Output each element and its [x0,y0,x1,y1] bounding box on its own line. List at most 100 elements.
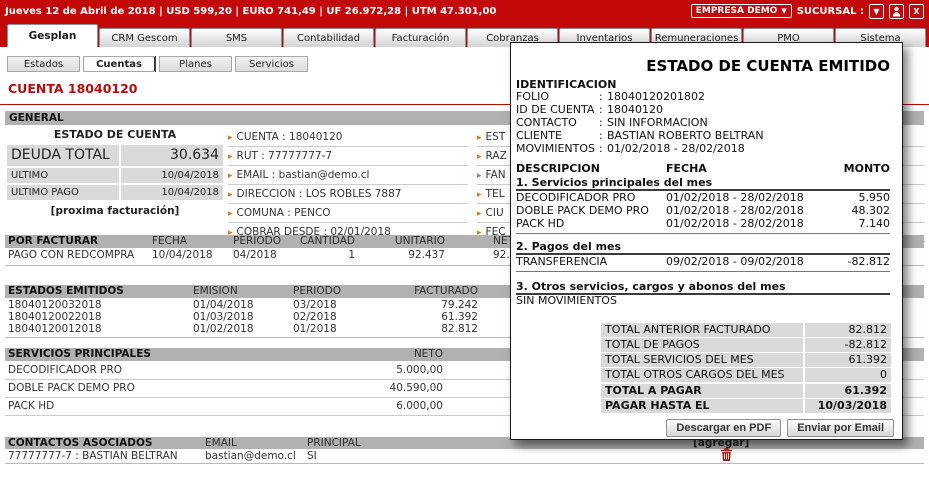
detail-monto: 48.302 [852,205,891,217]
id-label: ID DE CUENTA [516,104,594,116]
field-rut: ▸ RUT : 77777777-7 [228,147,468,166]
summary-row-fecha-pago: PAGAR HASTA EL 10/03/2018 [601,399,891,413]
id-row-contacto: CONTACTO : SIN INFORMACION [516,117,896,129]
col-unitario: UNITARIO [360,235,445,248]
detail-monto: 5.950 [859,192,891,204]
subtab-estados[interactable]: Estados [7,56,80,72]
tab-crm-gescom[interactable]: CRM Gescom [99,28,190,47]
deuda-total-label: DEUDA TOTAL [7,145,119,166]
field-cuenta: ▸CUENTA : 18040120 [228,128,468,147]
field-comuna: ▸COMUNA : PENCO [228,204,468,223]
user-icon [892,6,901,17]
field-direccion: ▸DIRECCION : LOS ROBLES 7887 [228,185,468,204]
col-fecha: FECHA [666,163,707,175]
bullet-icon: ▸ [477,171,482,181]
id-value: 18040120201802 [607,91,705,103]
pf-unitario: 92.437 [360,249,445,262]
trash-icon [721,448,732,461]
field-right-3-text: FAN [486,169,506,181]
col-cantidad: CANTIDAD [260,235,355,248]
proxima-facturacion-link[interactable]: [proxima facturación] [7,205,223,217]
date-currency-info: Jueves 12 de Abril de 2018 | USD 599,20 … [5,6,496,17]
detail-name: DOBLE PACK DEMO PRO [516,205,649,217]
id-row-folio: FOLIO : 18040120201802 [516,91,896,103]
ultimo-pago-value: 10/04/2018 [121,185,223,200]
sucursal-dropdown[interactable]: ▼ [869,4,884,19]
sp-name: DOBLE PACK DEMO PRO [8,380,135,397]
pf-name: PAGO CON REDCOMPRA [8,249,134,262]
col-facturado: FACTURADO [378,285,478,298]
bullet-icon: ▸ [228,152,233,162]
field-right-1-text: EST [486,131,506,143]
close-button[interactable]: X [909,4,924,19]
id-value: 18040120 [607,104,663,116]
tab-facturacion[interactable]: Facturación [375,28,466,47]
col-periodo: PERIODO [293,285,341,298]
sub-tab-bar: Estados Cuentas Planes Servicios [7,56,308,72]
id-row-cuenta: ID DE CUENTA : 18040120 [516,104,896,116]
summary-value: 61.392 [805,353,891,367]
id-label: MOVIMIENTOS [516,143,595,155]
summary-value: 0 [805,368,891,382]
field-rut-text: RUT : 77777777-7 [237,150,333,162]
field-cuenta-text: CUENTA : 18040120 [237,131,343,143]
summary-row: TOTAL OTROS CARGOS DEL MES 0 [601,368,891,382]
delete-contact-button[interactable] [721,448,732,461]
id-label: CONTACTO [516,117,577,129]
deuda-total-row: DEUDA TOTAL 30.634 [7,145,223,166]
chevron-down-icon: ▼ [873,7,879,16]
account-fields-list: ▸CUENTA : 18040120 ▸RUT : 77777777-7 ▸EM… [228,128,468,242]
col-fecha: FECHA [152,235,187,248]
id-row-movimientos: MOVIMIENTOS : 01/02/2018 - 28/02/2018 [516,143,896,155]
ee-id: 18040120012018 [8,323,102,336]
detail-row: DOBLE PACK DEMO PRO 01/02/2018 - 28/02/2… [511,205,902,217]
enviar-email-button[interactable]: Enviar por Email [787,419,894,437]
descargar-pdf-button[interactable]: Descargar en PDF [666,419,781,437]
estado-cuenta-emitido-dialog: ESTADO DE CUENTA EMITIDO IDENTIFICACION … [510,42,903,440]
subtab-servicios[interactable]: Servicios [235,56,308,72]
subtab-cuentas[interactable]: Cuentas [83,56,156,72]
sp-neto: 5.000,00 [343,362,443,379]
sucursal-label: SUCURSAL : [797,6,864,17]
id-label: FOLIO [516,91,549,103]
ee-emision: 01/02/2018 [193,323,254,336]
col-monto: MONTO [844,163,890,175]
ultimo-pago-row: ULTIMO PAGO 10/04/2018 [7,185,223,200]
summary-value: 10/03/2018 [805,399,891,413]
tab-contabilidad[interactable]: Contabilidad [283,28,374,47]
summary-label: PAGAR HASTA EL [601,399,803,413]
contacto-name: 77777777-7 : BASTIAN BELTRAN [8,450,178,462]
ee-periodo: 01/2018 [293,323,337,336]
tab-sms[interactable]: SMS [191,28,282,47]
colon: : [599,91,603,103]
section-3-title: 3. Otros servicios, cargos y abonos del … [516,280,890,295]
colon: : [599,143,603,155]
bullet-icon: ▸ [477,209,482,219]
user-button[interactable] [889,4,904,19]
tab-gesplan[interactable]: Gesplan [7,24,98,47]
chevron-down-icon: ▼ [781,7,786,15]
id-value: 01/02/2018 - 28/02/2018 [607,143,745,155]
detail-row: PACK HD 01/02/2018 - 28/02/2018 7.140 [511,218,902,230]
colon: : [599,104,603,116]
col-descripcion: DESCRIPCION [516,163,600,175]
id-label: CLIENTE [516,130,562,142]
contacto-row[interactable]: 77777777-7 : BASTIAN BELTRAN bastian@dem… [5,450,924,462]
section-2-title: 2. Pagos del mes [516,240,890,255]
field-right-4-text: TEL [486,188,505,200]
summary-value: 61.392 [805,384,891,398]
estado-de-cuenta-title: ESTADO DE CUENTA [7,128,223,145]
section-1-title: 1. Servicios principales del mes [516,176,890,191]
empresa-dropdown[interactable]: EMPRESA DEMO ▼ [691,4,792,18]
estado-de-cuenta-panel: ESTADO DE CUENTA DEUDA TOTAL 30.634 ULTI… [7,128,223,217]
detail-row: TRANSFERENCIA 09/02/2018 - 09/02/2018 -8… [511,256,902,268]
ultimo-vencimiento-label: ULTIMO VENCIMIENTO [7,168,119,183]
colon: : [599,130,603,142]
summary-row-total: TOTAL A PAGAR 61.392 [601,384,891,398]
id-value: SIN INFORMACION [607,117,708,129]
subtab-planes[interactable]: Planes [159,56,232,72]
id-value: BASTIAN ROBERTO BELTRAN [607,130,764,142]
detail-monto: -82.812 [848,256,890,268]
ultimo-vencimiento-row: ULTIMO VENCIMIENTO 10/04/2018 [7,168,223,183]
sp-name: PACK HD [8,398,54,415]
